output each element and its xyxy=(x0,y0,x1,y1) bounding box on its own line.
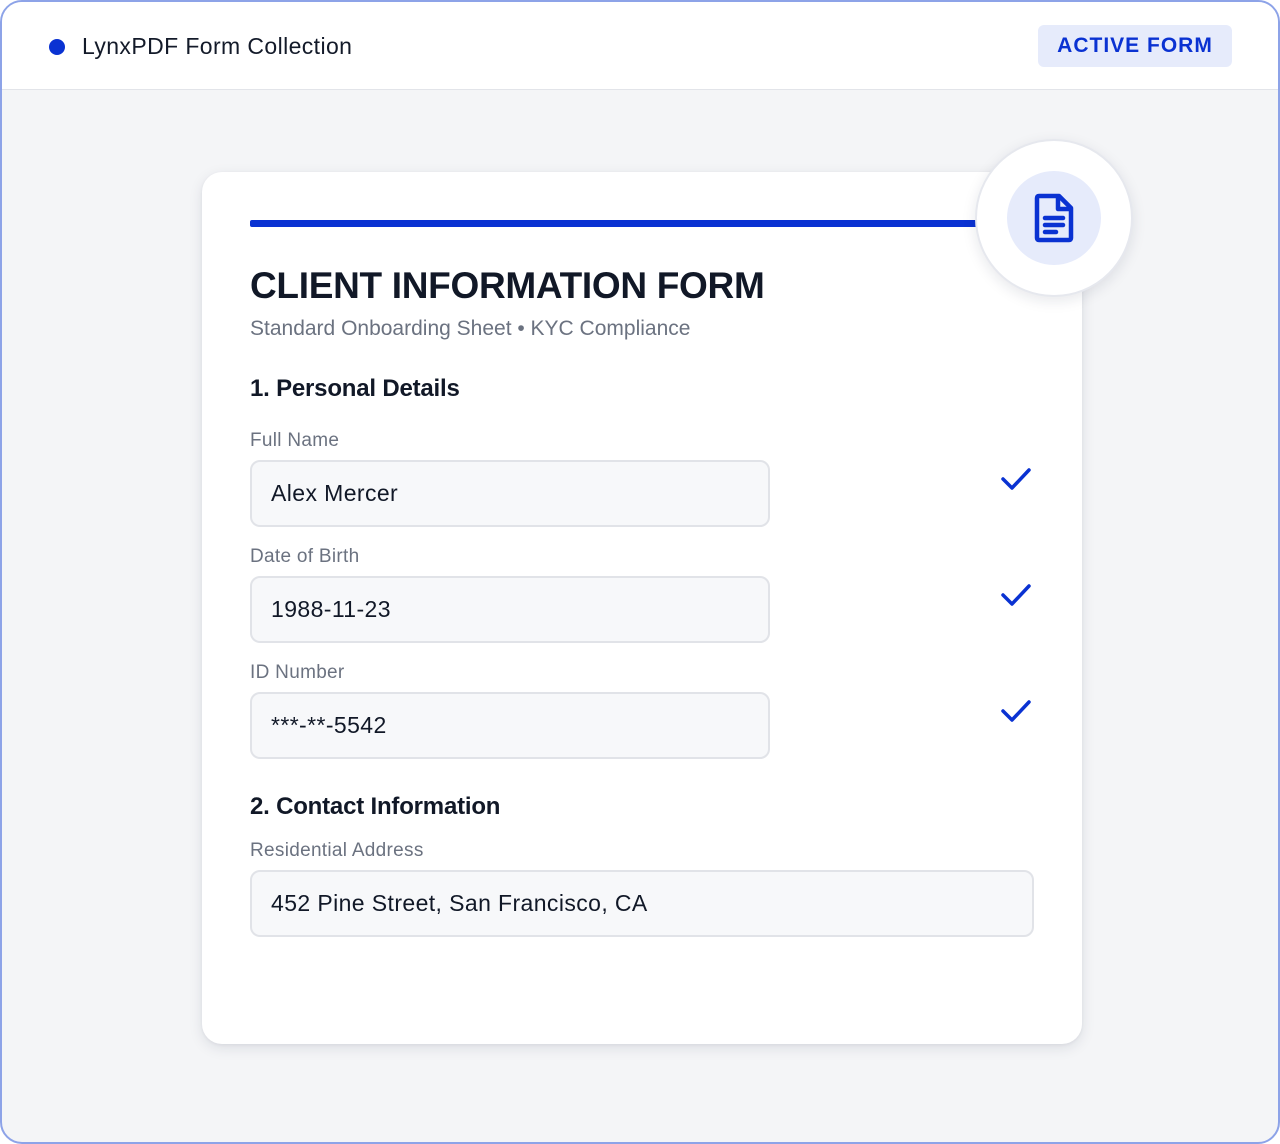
full-name-label: Full Name xyxy=(250,430,340,451)
active-form-badge: ACTIVE FORM xyxy=(1038,25,1232,67)
residential-address-label: Residential Address xyxy=(250,840,424,861)
id-number-label: ID Number xyxy=(250,662,345,683)
app-title: LynxPDF Form Collection xyxy=(82,33,353,59)
section-title-personal-details: 1. Personal Details xyxy=(250,375,460,402)
form-card: CLIENT INFORMATION FORM Standard Onboard… xyxy=(202,172,1082,1044)
form-subtitle: Standard Onboarding Sheet • KYC Complian… xyxy=(250,317,691,340)
document-icon xyxy=(1034,193,1074,243)
full-name-field[interactable] xyxy=(250,460,770,527)
date-of-birth-label: Date of Birth xyxy=(250,546,360,567)
date-of-birth-field[interactable] xyxy=(250,576,770,643)
form-accent-bar xyxy=(250,220,1010,227)
section-title-contact-information: 2. Contact Information xyxy=(250,793,501,820)
id-number-check-icon xyxy=(1001,700,1031,722)
residential-address-field[interactable] xyxy=(250,870,1034,937)
full-name-check-icon xyxy=(1001,468,1031,490)
app-header: LynxPDF Form Collection ACTIVE FORM xyxy=(2,2,1278,90)
status-dot-icon xyxy=(49,39,65,55)
date-of-birth-check-icon xyxy=(1001,584,1031,606)
app-window: LynxPDF Form Collection ACTIVE FORM CLIE… xyxy=(0,0,1280,1144)
document-badge xyxy=(975,139,1133,297)
form-title: CLIENT INFORMATION FORM xyxy=(250,265,765,306)
id-number-field[interactable] xyxy=(250,692,770,759)
